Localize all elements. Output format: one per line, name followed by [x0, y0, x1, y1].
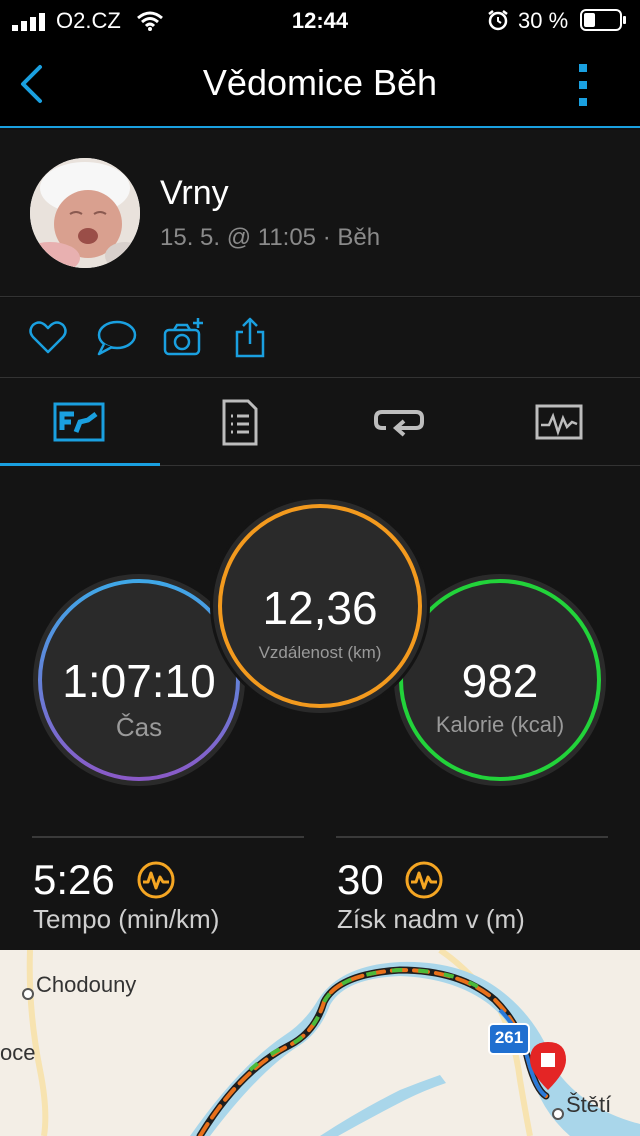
time-label: Čas: [115, 712, 163, 742]
activity-tabs: [0, 378, 640, 467]
elevation-value: 30: [337, 856, 384, 903]
speech-bubble-icon[interactable]: [94, 316, 138, 360]
place-marker: [552, 1108, 564, 1120]
page-title: Vědomice Běh: [202, 62, 438, 103]
activity-header: Vrny 15. 5. @ 11:05 · Běh: [0, 130, 640, 297]
camera-plus-icon[interactable]: [162, 316, 206, 360]
tab-details[interactable]: [160, 378, 320, 466]
heart-icon[interactable]: [26, 316, 70, 360]
distance-value: 12,36: [262, 582, 378, 634]
tab-charts[interactable]: [480, 378, 640, 466]
action-bar: [0, 298, 640, 378]
avatar[interactable]: [30, 158, 140, 268]
status-bar: O2.CZ 12:44 30 %: [0, 0, 640, 40]
divider: [32, 836, 304, 838]
divider: [336, 836, 608, 838]
calories-label: Kalorie (kcal): [435, 712, 565, 737]
distance-ring: 12,36 Vzdálenost (km): [213, 499, 427, 713]
performance-icon: [405, 861, 443, 899]
pace-value: 5:26: [33, 856, 115, 903]
elevation-label: Získ nadm v (m): [337, 904, 525, 934]
map-place-label: Štětí: [566, 1092, 612, 1117]
graph-line-icon: [535, 404, 583, 440]
distance-label: Vzdálenost (km): [258, 643, 382, 662]
share-icon[interactable]: [228, 316, 272, 360]
nav-bar: Vědomice Běh: [0, 40, 640, 128]
map-place-label: Chodouny: [36, 972, 137, 997]
tab-laps[interactable]: [320, 378, 480, 466]
pace-label: Tempo (min/km): [33, 904, 220, 934]
stats-chart-icon: [53, 402, 105, 442]
road-number-badge: 261: [494, 1028, 524, 1047]
user-name[interactable]: Vrny: [160, 174, 229, 213]
battery-icon: [580, 9, 626, 31]
performance-icon: [137, 861, 175, 899]
place-marker: [22, 988, 34, 1000]
battery-percent: 30 %: [518, 8, 569, 33]
laps-loop-icon: [374, 410, 424, 437]
document-list-icon: [222, 399, 258, 446]
activity-meta: 15. 5. @ 11:05 · Běh: [160, 224, 381, 251]
alarm-icon: [488, 10, 508, 31]
vertical-dots-icon[interactable]: [576, 62, 590, 108]
route-map[interactable]: Chodouny oce Štětí 261: [0, 950, 640, 1136]
tab-stats[interactable]: [0, 378, 160, 467]
stats-panel: 1:07:10 Čas 982 Kalorie (kcal) 12,36 Vzd…: [0, 466, 640, 950]
map-place-label: oce: [0, 1040, 36, 1065]
